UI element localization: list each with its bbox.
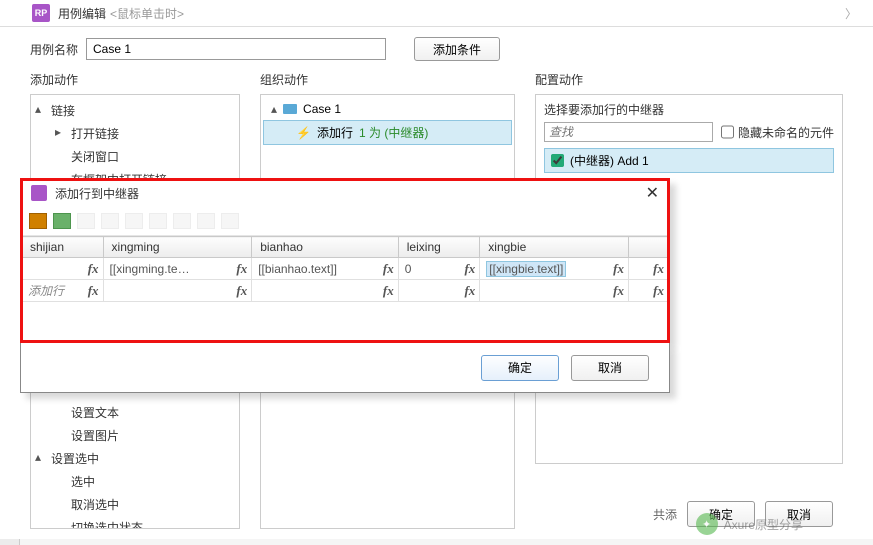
dialog-app-icon bbox=[31, 185, 47, 201]
wechat-icon: ✦ bbox=[696, 513, 718, 535]
app-icon: RP bbox=[32, 4, 50, 22]
cell: [[bianhao.text]]fx bbox=[252, 258, 399, 280]
toolbar-btn-6[interactable] bbox=[149, 213, 167, 229]
tree-item[interactable]: ▴设置选中 bbox=[31, 447, 239, 470]
tree-item[interactable]: 切换选中状态 bbox=[31, 516, 239, 529]
fx-icon[interactable]: fx bbox=[236, 283, 247, 299]
dialog-title: 添加行到中继器 bbox=[55, 185, 139, 202]
grid-add-row[interactable]: 添加行fx fx fx fx fx fx bbox=[22, 280, 669, 302]
fx-icon[interactable]: fx bbox=[613, 261, 624, 277]
tree-item[interactable]: 设置文本 bbox=[31, 401, 239, 424]
fx-icon[interactable]: fx bbox=[464, 283, 475, 299]
fx-icon[interactable]: fx bbox=[88, 261, 99, 277]
col-header[interactable]: leixing bbox=[398, 237, 480, 258]
cell: [[xingming.te…fx bbox=[103, 258, 252, 280]
cell: 0fx bbox=[398, 258, 480, 280]
toolbar-btn-5[interactable] bbox=[125, 213, 143, 229]
config-search-row: 隐藏未命名的元件 bbox=[544, 122, 834, 142]
toolbar-btn-4[interactable] bbox=[101, 213, 119, 229]
toolbar-btn-2[interactable] bbox=[53, 213, 71, 229]
grid-data-row[interactable]: fx [[xingming.te…fx [[bianhao.text]]fx 0… bbox=[22, 258, 669, 280]
tree-item[interactable]: 取消选中 bbox=[31, 493, 239, 516]
config-heading: 配置动作 bbox=[535, 71, 843, 88]
tree-item[interactable]: 选中 bbox=[31, 470, 239, 493]
add-row-label: 添加行fx bbox=[22, 280, 104, 302]
col-header[interactable]: xingming bbox=[103, 237, 252, 258]
toolbar-btn-7[interactable] bbox=[173, 213, 191, 229]
col-header[interactable]: xingbie bbox=[480, 237, 629, 258]
config-prompt: 选择要添加行的中继器 bbox=[544, 101, 834, 118]
case-name-input[interactable] bbox=[86, 38, 386, 60]
dialog-button-bar: 确定 取消 bbox=[20, 343, 670, 393]
close-icon[interactable]: ✕ bbox=[646, 183, 659, 203]
fx-icon[interactable]: fx bbox=[613, 283, 624, 299]
chevron-right-icon[interactable]: 〉 bbox=[837, 5, 865, 22]
toolbar-btn-9[interactable] bbox=[221, 213, 239, 229]
col-header[interactable]: bianhao bbox=[252, 237, 399, 258]
window-titlebar: RP 用例编辑<鼠标单击时> 〉 bbox=[0, 0, 873, 27]
dialog-cancel-button[interactable]: 取消 bbox=[571, 355, 649, 381]
tree-item[interactable]: 设置图片 bbox=[31, 424, 239, 447]
add-condition-button[interactable]: 添加条件 bbox=[414, 37, 500, 61]
data-grid: shijian xingming bianhao leixing xingbie… bbox=[21, 236, 669, 342]
footer-text: 共添 bbox=[653, 506, 677, 523]
case-name-label: 用例名称 bbox=[30, 41, 78, 58]
add-rows-dialog: 添加行到中继器 ✕ shijian xingming bianhao leixi… bbox=[20, 178, 670, 343]
cell: fx bbox=[22, 258, 104, 280]
case-name-row: 用例名称 添加条件 bbox=[0, 27, 873, 71]
dialog-titlebar: 添加行到中继器 ✕ bbox=[21, 179, 669, 207]
fx-icon[interactable]: fx bbox=[653, 283, 664, 299]
hide-unnamed-toggle[interactable]: 隐藏未命名的元件 bbox=[721, 122, 834, 142]
config-target-item[interactable]: (中继器) Add 1 bbox=[544, 148, 834, 173]
config-target-checkbox[interactable] bbox=[551, 154, 564, 167]
action-param: 1 为 (中继器) bbox=[359, 124, 428, 141]
tree-item[interactable]: 关闭窗口 bbox=[31, 145, 239, 168]
organize-heading: 组织动作 bbox=[260, 71, 515, 88]
hide-unnamed-checkbox[interactable] bbox=[721, 122, 734, 142]
fx-icon[interactable]: fx bbox=[383, 261, 394, 277]
dialog-ok-button[interactable]: 确定 bbox=[481, 355, 559, 381]
cell: fx bbox=[629, 258, 669, 280]
col-header[interactable]: shijian bbox=[22, 237, 104, 258]
fx-icon[interactable]: fx bbox=[383, 283, 394, 299]
fx-icon[interactable]: fx bbox=[653, 261, 664, 277]
cell: [[xingbie.text]]fx bbox=[480, 258, 629, 280]
case-icon bbox=[283, 104, 297, 114]
fx-icon[interactable]: fx bbox=[236, 261, 247, 277]
col-header-spacer bbox=[629, 237, 669, 258]
watermark: ✦ Axure原型分享 bbox=[696, 513, 803, 535]
fx-icon[interactable]: fx bbox=[464, 261, 475, 277]
window-title: 用例编辑<鼠标单击时> bbox=[58, 5, 184, 22]
grid-header-row: shijian xingming bianhao leixing xingbie bbox=[22, 237, 669, 258]
action-node-selected[interactable]: ⚡ 添加行 1 为 (中继器) bbox=[263, 120, 512, 145]
dialog-toolbar bbox=[21, 207, 669, 236]
config-search-input[interactable] bbox=[544, 122, 713, 142]
tree-root[interactable]: ▴链接 bbox=[31, 99, 239, 122]
toolbar-btn-3[interactable] bbox=[77, 213, 95, 229]
case-node[interactable]: ▴ Case 1 bbox=[261, 99, 514, 119]
fx-icon[interactable]: fx bbox=[88, 283, 99, 299]
tree-item[interactable]: ▸打开链接 bbox=[31, 122, 239, 145]
toolbar-btn-8[interactable] bbox=[197, 213, 215, 229]
add-action-heading: 添加动作 bbox=[30, 71, 240, 88]
toolbar-btn-1[interactable] bbox=[29, 213, 47, 229]
bolt-icon: ⚡ bbox=[296, 126, 311, 140]
